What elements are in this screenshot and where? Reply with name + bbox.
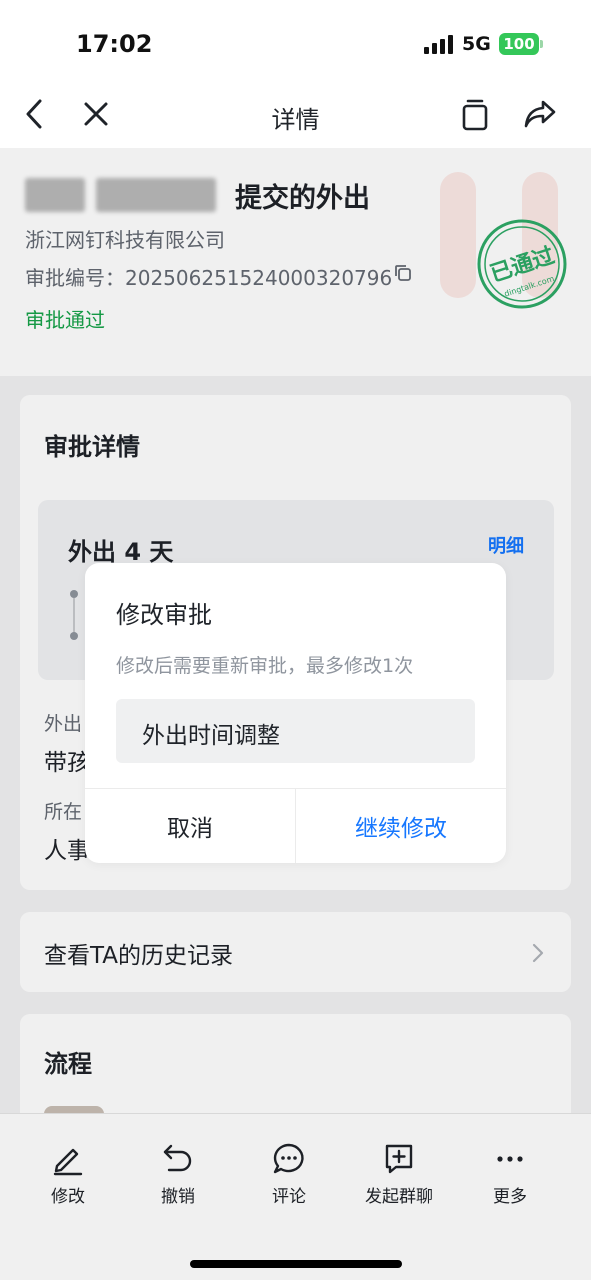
home-indicator — [190, 1260, 402, 1268]
modify-approval-dialog: 修改审批 修改后需要重新审批，最多修改1次 外出时间调整 取消 继续修改 — [85, 563, 506, 863]
signal-icon — [424, 34, 454, 54]
share-icon[interactable] — [520, 94, 560, 134]
cancel-button[interactable]: 取消 — [85, 788, 295, 863]
page-title: 详情 — [271, 106, 320, 134]
dialog-description: 修改后需要重新审批，最多修改1次 — [116, 655, 414, 677]
dialog-title: 修改审批 — [116, 601, 212, 629]
status-time: 17:02 — [76, 30, 153, 58]
adjust-time-option[interactable]: 外出时间调整 — [116, 699, 475, 763]
nav-bar: 详情 — [0, 80, 591, 148]
option-label: 外出时间调整 — [142, 723, 280, 749]
status-bar: 17:02 5G 100 — [0, 0, 591, 80]
continue-edit-button[interactable]: 继续修改 — [296, 788, 506, 863]
minimize-icon[interactable] — [455, 94, 495, 134]
battery-icon: 100 — [499, 33, 543, 55]
network-type: 5G — [462, 33, 491, 55]
